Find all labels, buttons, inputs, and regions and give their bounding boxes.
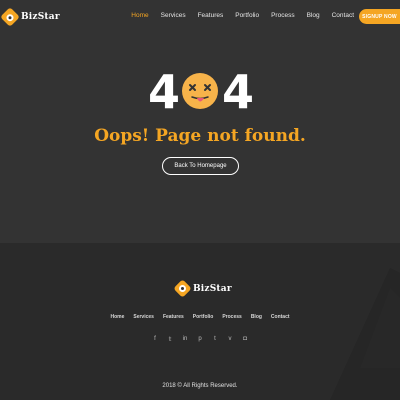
error-digit-right: 4 — [222, 65, 255, 119]
error-code: 4 4 — [148, 65, 255, 119]
nav-features[interactable]: Features — [198, 12, 224, 19]
nav-home[interactable]: Home — [131, 12, 148, 19]
error-digit-left: 4 — [148, 65, 181, 119]
footer-logo[interactable]: BizStar — [173, 279, 232, 298]
footer-link-features[interactable]: Features — [163, 314, 184, 320]
footer-brand-name: BizStar — [193, 283, 232, 294]
logo-icon — [0, 7, 20, 27]
nav-services[interactable]: Services — [161, 12, 186, 19]
facebook-icon[interactable]: f — [153, 336, 158, 343]
error-message: Oops! Page not found. — [94, 126, 306, 146]
footer-link-process[interactable]: Process — [222, 314, 241, 320]
signup-button[interactable]: SIGNUP NOW — [359, 9, 400, 24]
social-links: f 𝕥 in p t v ◘ — [0, 336, 400, 343]
tumblr-icon[interactable]: t — [213, 336, 218, 343]
footer-link-home[interactable]: Home — [110, 314, 124, 320]
nav-portfolio[interactable]: Portfolio — [235, 12, 259, 19]
main-nav: Home Services Features Portfolio Process… — [119, 12, 354, 19]
instagram-icon[interactable]: ◘ — [243, 336, 248, 343]
footer-link-contact[interactable]: Contact — [271, 314, 290, 320]
pinterest-icon[interactable]: p — [198, 336, 203, 343]
background-decoration — [330, 268, 400, 400]
back-to-homepage-button[interactable]: Back To Homepage — [162, 157, 239, 175]
brand-name: BizStar — [21, 12, 60, 22]
footer-nav: Home Services Features Portfolio Process… — [0, 314, 400, 320]
top-navbar: BizStar Home Services Features Portfolio… — [0, 0, 400, 34]
footer-link-blog[interactable]: Blog — [251, 314, 262, 320]
brand-logo[interactable]: BizStar — [0, 7, 60, 27]
dizzy-face-icon — [182, 73, 218, 109]
nav-contact[interactable]: Contact — [332, 12, 354, 19]
twitter-icon[interactable]: 𝕥 — [168, 336, 173, 343]
linkedin-icon[interactable]: in — [183, 336, 188, 343]
vimeo-icon[interactable]: v — [228, 336, 233, 343]
logo-icon — [173, 279, 192, 298]
copyright-text: 2018 © All Rights Reserved. — [162, 383, 238, 389]
nav-process[interactable]: Process — [271, 12, 294, 19]
footer-link-services[interactable]: Services — [133, 314, 154, 320]
footer-link-portfolio[interactable]: Portfolio — [193, 314, 214, 320]
hero-section — [0, 0, 400, 243]
nav-blog[interactable]: Blog — [307, 12, 320, 19]
